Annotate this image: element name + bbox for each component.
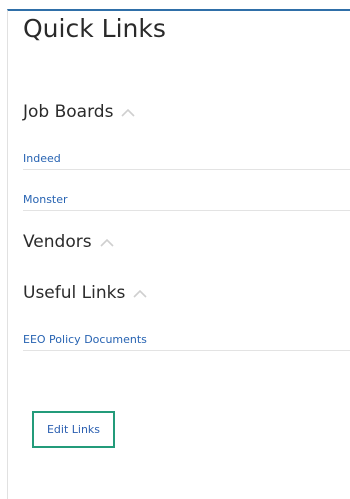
- section-header-useful-links[interactable]: Useful Links: [23, 283, 149, 303]
- section-label: Vendors: [23, 232, 92, 252]
- link-indeed[interactable]: Indeed: [23, 152, 350, 170]
- chevron-up-icon[interactable]: [131, 286, 149, 300]
- chevron-up-icon[interactable]: [98, 235, 116, 249]
- section-label: Job Boards: [23, 102, 114, 122]
- panel-title: Quick Links: [23, 14, 166, 43]
- chevron-up-icon[interactable]: [119, 105, 137, 119]
- edit-links-button[interactable]: Edit Links: [32, 411, 115, 448]
- link-eeo-policy-documents[interactable]: EEO Policy Documents: [23, 333, 350, 351]
- section-header-vendors[interactable]: Vendors: [23, 232, 116, 252]
- section-label: Useful Links: [23, 283, 126, 303]
- link-monster[interactable]: Monster: [23, 193, 350, 211]
- section-header-job-boards[interactable]: Job Boards: [23, 102, 137, 122]
